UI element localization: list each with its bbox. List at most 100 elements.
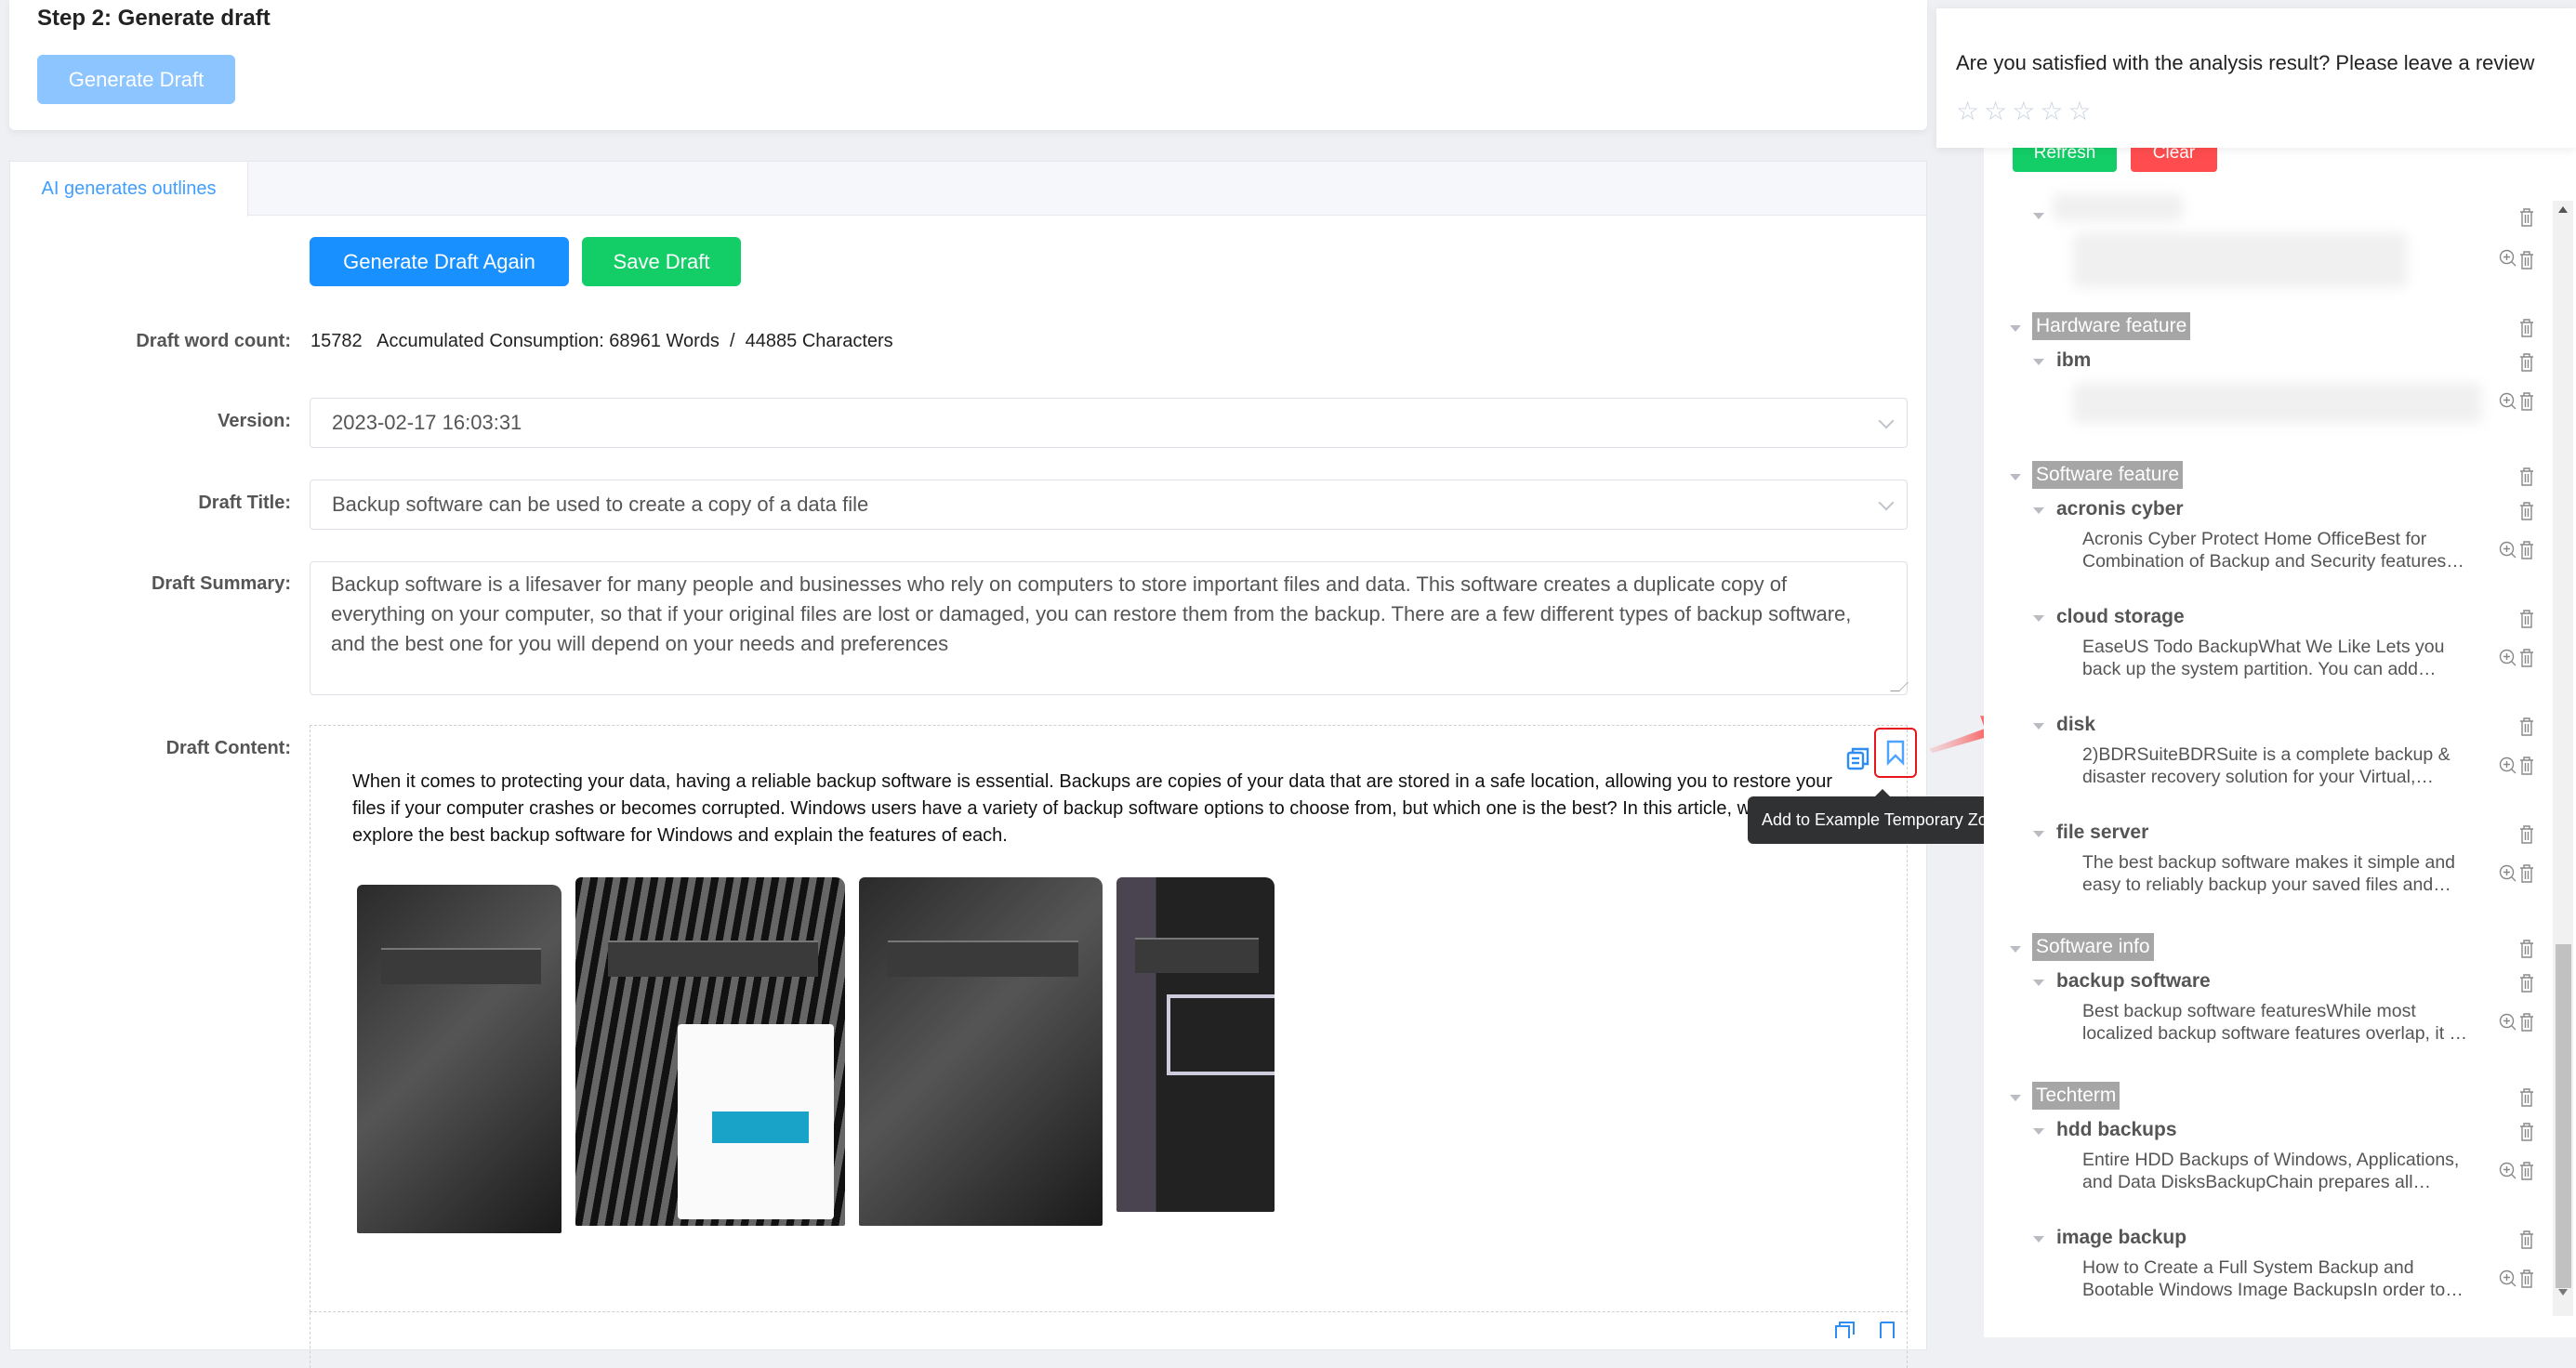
review-question: Are you satisfied with the analysis resu…	[1956, 51, 2535, 74]
redacted-snippet	[2073, 232, 2408, 288]
trash-icon[interactable]	[2519, 319, 2534, 337]
zoom-in-icon[interactable]	[2499, 1269, 2517, 1288]
trash-icon[interactable]	[2519, 208, 2534, 227]
keyword-label[interactable]: hdd backups	[2056, 1119, 2177, 1141]
draft-content-block[interactable]: When it comes to protecting your data, h…	[310, 725, 1917, 1312]
bookmark-icon[interactable]	[1880, 1322, 1895, 1343]
snippet-line: The best backup software makes it simple…	[2082, 852, 2456, 873]
zoom-in-icon[interactable]	[2499, 392, 2517, 411]
resize-handle[interactable]	[1890, 682, 1909, 691]
trash-icon[interactable]	[2519, 392, 2534, 411]
collapse-triangle-icon[interactable]	[2033, 359, 2044, 365]
keyword-label[interactable]: cloud storage	[2056, 606, 2185, 628]
scrollbar-thumb[interactable]	[2556, 944, 2571, 1288]
category-label[interactable]: Techterm	[2032, 1082, 2120, 1110]
chevron-down-icon	[1878, 494, 1895, 511]
collapse-triangle-icon[interactable]	[2010, 474, 2021, 480]
trash-icon[interactable]	[2519, 541, 2534, 559]
snippet-line: 2)BDRSuiteBDRSuite is a complete backup …	[2082, 744, 2451, 765]
collapse-triangle-icon[interactable]	[2010, 946, 2021, 953]
star-icon[interactable]: ☆	[1984, 99, 2007, 125]
snippet-line: Best backup software featuresWhile most	[2082, 1001, 2416, 1021]
trash-icon[interactable]	[2519, 974, 2534, 993]
generate-draft-again-button[interactable]: Generate Draft Again	[310, 237, 569, 286]
tab-ai-generates-outlines[interactable]: AI generates outlines	[10, 162, 248, 217]
zoom-in-icon[interactable]	[2499, 649, 2517, 667]
zoom-in-icon[interactable]	[2499, 541, 2517, 559]
zoom-in-icon[interactable]	[2499, 756, 2517, 775]
collapse-triangle-icon[interactable]	[2033, 980, 2044, 986]
star-rating[interactable]: ☆ ☆ ☆ ☆ ☆	[1956, 99, 2092, 125]
collapse-triangle-icon[interactable]	[2033, 213, 2044, 219]
category-label[interactable]: Software info	[2032, 933, 2154, 961]
save-draft-button[interactable]: Save Draft	[582, 237, 741, 286]
keyword-label[interactable]: backup software	[2056, 970, 2211, 993]
snippet-text: Acronis Cyber Protect Home OfficeBest fo…	[2082, 528, 2501, 572]
category-label[interactable]: Software feature	[2032, 461, 2184, 489]
star-icon[interactable]: ☆	[2067, 99, 2091, 125]
snippet-text: EaseUS Todo BackupWhat We Like Lets you b…	[2082, 636, 2501, 680]
trash-icon[interactable]	[2519, 467, 2534, 486]
star-icon[interactable]: ☆	[2012, 99, 2035, 125]
star-icon[interactable]: ☆	[2040, 99, 2063, 125]
collapse-triangle-icon[interactable]	[2033, 1128, 2044, 1135]
trash-icon[interactable]	[2519, 251, 2534, 270]
keyword-label[interactable]: acronis cyber	[2056, 498, 2184, 520]
zoom-in-icon[interactable]	[2499, 864, 2517, 883]
redacted-snippet	[2073, 383, 2482, 424]
draft-content-block-2[interactable]	[310, 1312, 1908, 1368]
snippet-line: and Data DisksBackupChain prepares all…	[2082, 1172, 2432, 1192]
trash-icon[interactable]	[2519, 940, 2534, 958]
keyword-label[interactable]: file server	[2056, 822, 2148, 844]
scrollbar[interactable]	[2553, 201, 2573, 1316]
collapse-triangle-icon[interactable]	[2033, 723, 2044, 730]
snippet-line: disaster recovery solution for your Virt…	[2082, 767, 2434, 787]
trash-icon[interactable]	[2519, 649, 2534, 667]
category-label[interactable]: Hardware feature	[2032, 312, 2191, 340]
draft-summary-textarea[interactable]: Backup software is a lifesaver for many …	[310, 561, 1909, 695]
draft-title-value: Backup software can be used to create a …	[332, 493, 869, 516]
keyword-label[interactable]: image backup	[2056, 1227, 2186, 1249]
generate-draft-button[interactable]: Generate Draft	[37, 55, 235, 104]
snippet-text: Entire HDD Backups of Windows, Applicati…	[2082, 1149, 2501, 1193]
keyword-label[interactable]: ibm	[2056, 349, 2091, 372]
keyword-label[interactable]: disk	[2056, 714, 2095, 736]
collapse-triangle-icon[interactable]	[2033, 615, 2044, 622]
collapse-triangle-icon[interactable]	[2010, 325, 2021, 332]
trash-icon[interactable]	[2519, 1123, 2534, 1141]
zoom-in-icon[interactable]	[2499, 1162, 2517, 1180]
version-label: Version:	[218, 411, 291, 431]
trash-icon[interactable]	[2519, 825, 2534, 844]
trash-icon[interactable]	[2519, 353, 2534, 372]
trash-icon[interactable]	[2519, 756, 2534, 775]
trash-icon[interactable]	[2519, 502, 2534, 520]
scroll-down-icon[interactable]	[2558, 1289, 2568, 1296]
trash-icon[interactable]	[2519, 1162, 2534, 1180]
draft-title-select[interactable]: Backup software can be used to create a …	[310, 480, 1908, 530]
tab-bar: AI generates outlines	[10, 162, 1926, 217]
collapse-triangle-icon[interactable]	[2010, 1095, 2021, 1101]
zoom-in-icon[interactable]	[2499, 1013, 2517, 1032]
snippet-line: localized backup software features overl…	[2082, 1023, 2468, 1044]
scroll-up-icon[interactable]	[2558, 206, 2568, 213]
trash-icon[interactable]	[2519, 1088, 2534, 1107]
copy-icon[interactable]	[1835, 1322, 1856, 1343]
content-image	[357, 877, 1314, 1233]
trash-icon[interactable]	[2519, 1013, 2534, 1032]
collapse-triangle-icon[interactable]	[2033, 1236, 2044, 1243]
collapse-triangle-icon[interactable]	[2033, 831, 2044, 837]
version-value: 2023-02-17 16:03:31	[332, 411, 522, 434]
snippet-text: The best backup software makes it simple…	[2082, 851, 2501, 896]
trash-icon[interactable]	[2519, 610, 2534, 628]
star-icon[interactable]: ☆	[1956, 99, 1979, 125]
version-select[interactable]: 2023-02-17 16:03:31	[310, 398, 1908, 448]
trash-icon[interactable]	[2519, 1269, 2534, 1288]
draft-summary-text: Backup software is a lifesaver for many …	[331, 572, 1852, 655]
collapse-triangle-icon[interactable]	[2033, 507, 2044, 514]
bookmark-icon[interactable]	[1874, 728, 1917, 778]
trash-icon[interactable]	[2519, 1230, 2534, 1249]
server-image-2	[575, 877, 845, 1226]
trash-icon[interactable]	[2519, 717, 2534, 736]
zoom-in-icon[interactable]	[2499, 249, 2517, 268]
trash-icon[interactable]	[2519, 864, 2534, 883]
